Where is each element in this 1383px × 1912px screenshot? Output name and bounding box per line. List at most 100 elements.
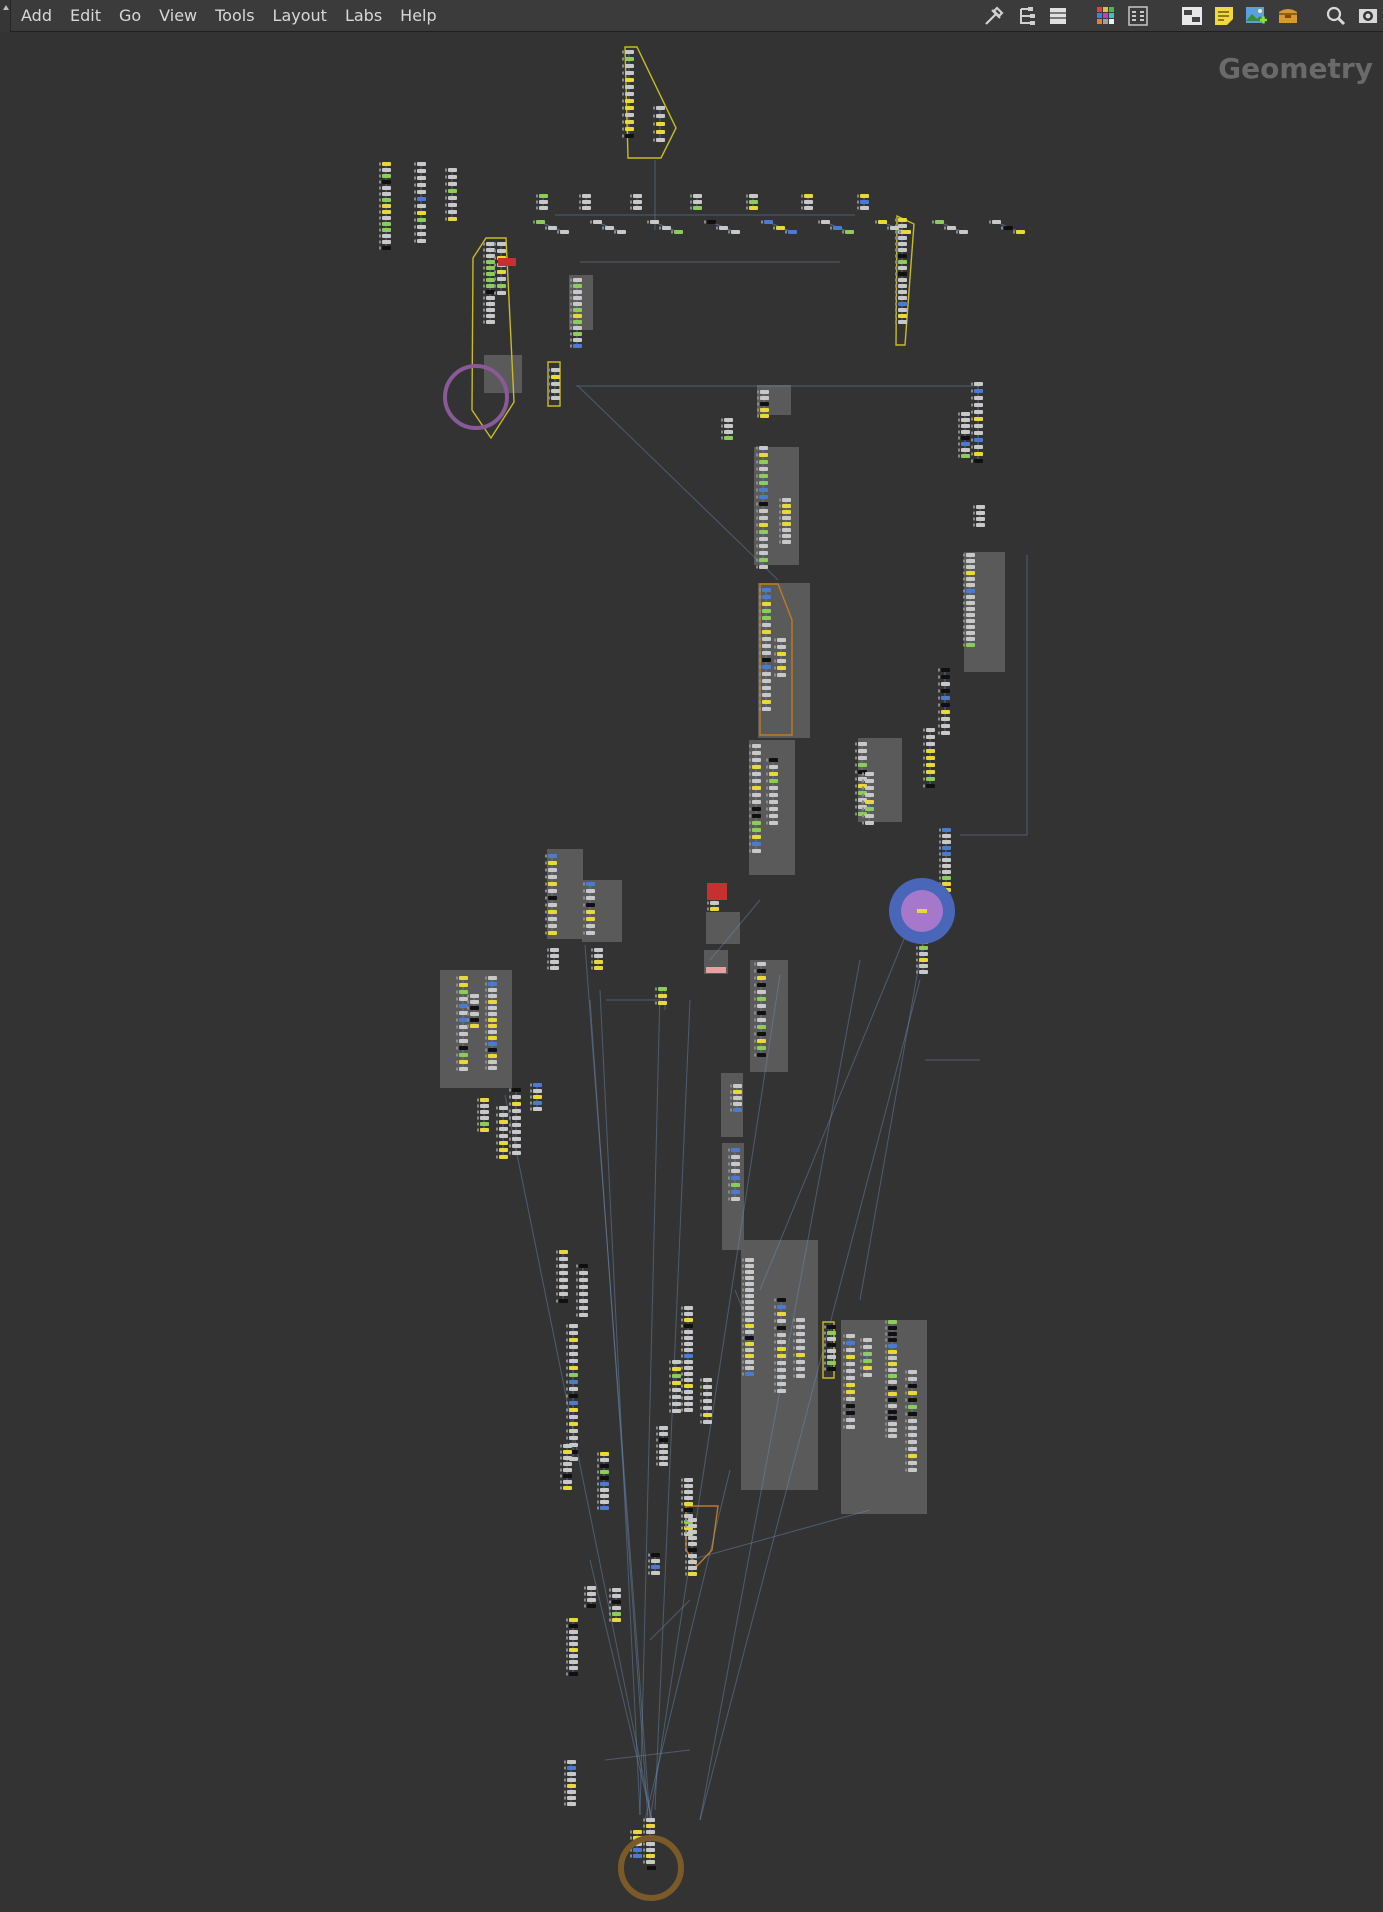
node (941, 731, 950, 735)
node (966, 601, 975, 605)
node-flag (566, 1324, 568, 1328)
node-flag (681, 1360, 683, 1364)
node-flag (414, 239, 416, 243)
node (731, 1148, 740, 1152)
node-flag (655, 994, 657, 998)
node-flag (485, 976, 487, 980)
node (760, 396, 769, 400)
node (974, 403, 983, 407)
node (827, 1367, 836, 1371)
search-icon[interactable] (1324, 4, 1348, 28)
node (777, 645, 786, 649)
node (898, 224, 907, 228)
node (888, 1380, 897, 1384)
node-flag (566, 1624, 568, 1628)
node (898, 290, 907, 294)
node (804, 206, 813, 210)
menu-go[interactable]: Go (110, 0, 150, 32)
node-flag (685, 1524, 687, 1528)
node (804, 194, 813, 198)
node (499, 1120, 508, 1124)
node (888, 1320, 897, 1324)
node (941, 696, 950, 700)
node (846, 1425, 855, 1429)
node-flag (895, 320, 897, 324)
node-flag (379, 162, 381, 166)
node-flag (958, 412, 960, 416)
node (762, 644, 771, 648)
node-flag (843, 1355, 845, 1359)
node (567, 1778, 576, 1782)
box-icon[interactable] (1276, 4, 1300, 28)
shape-palette-icon[interactable] (1126, 4, 1150, 28)
node-flag (824, 1337, 826, 1341)
node-flag (579, 200, 581, 204)
node (757, 1018, 766, 1022)
menu-tools[interactable]: Tools (206, 0, 263, 32)
node-flag (905, 1426, 907, 1430)
node-flag (685, 1566, 687, 1570)
node-flag (757, 390, 759, 394)
list-icon[interactable] (1046, 4, 1070, 28)
node-flag (445, 189, 447, 193)
wrench-icon[interactable] (982, 4, 1006, 28)
node-flag (860, 1366, 862, 1370)
node (488, 1018, 497, 1022)
node (752, 800, 761, 804)
node-flag (690, 206, 692, 210)
node-flag (583, 924, 585, 928)
node (821, 220, 830, 224)
node (947, 226, 956, 230)
node (587, 1592, 596, 1596)
node-flag (793, 1318, 795, 1322)
node-flag (749, 751, 751, 755)
node (745, 1264, 754, 1268)
node-network-canvas[interactable] (0, 32, 1383, 1912)
menu-view[interactable]: View (150, 0, 206, 32)
node (752, 765, 761, 769)
menu-add[interactable]: Add (12, 0, 61, 32)
node-flag (496, 1106, 498, 1110)
node (731, 1162, 740, 1166)
node-flag (774, 1389, 776, 1393)
node (486, 242, 495, 246)
pane-collapse-handle[interactable] (0, 0, 11, 32)
node (651, 1571, 660, 1575)
node-flag (445, 210, 447, 214)
color-palette-icon[interactable] (1094, 4, 1118, 28)
node (672, 1395, 681, 1399)
node-flag (496, 1120, 498, 1124)
menu-labs[interactable]: Labs (336, 0, 391, 32)
node (731, 230, 740, 234)
node (512, 1088, 521, 1092)
node-flag (700, 1378, 702, 1382)
tree-icon[interactable] (1014, 4, 1038, 28)
node (684, 1336, 693, 1340)
node (646, 1854, 655, 1858)
node (567, 1766, 576, 1770)
node-flag (576, 1264, 578, 1268)
node-flag (857, 206, 859, 210)
eye-icon[interactable] (1356, 4, 1380, 28)
node (625, 120, 634, 124)
node (731, 1197, 740, 1201)
menu-edit[interactable]: Edit (61, 0, 110, 32)
menu-help[interactable]: Help (391, 0, 445, 32)
node-flag (730, 1096, 732, 1100)
background-image-icon[interactable] (1244, 4, 1268, 28)
network-overview-icon[interactable] (1180, 4, 1204, 28)
node (846, 1404, 855, 1408)
menu-layout[interactable]: Layout (264, 0, 336, 32)
node (497, 242, 506, 246)
sticky-note-icon[interactable] (1212, 4, 1236, 28)
node (480, 1116, 489, 1120)
node-flag (887, 226, 889, 230)
node (684, 1324, 693, 1328)
node-flag (566, 1338, 568, 1342)
node-flag (485, 982, 487, 986)
node (569, 1624, 578, 1628)
node (757, 1004, 766, 1008)
node-flag (885, 1416, 887, 1420)
node-flag (681, 1372, 683, 1376)
node-flag (584, 1592, 586, 1596)
